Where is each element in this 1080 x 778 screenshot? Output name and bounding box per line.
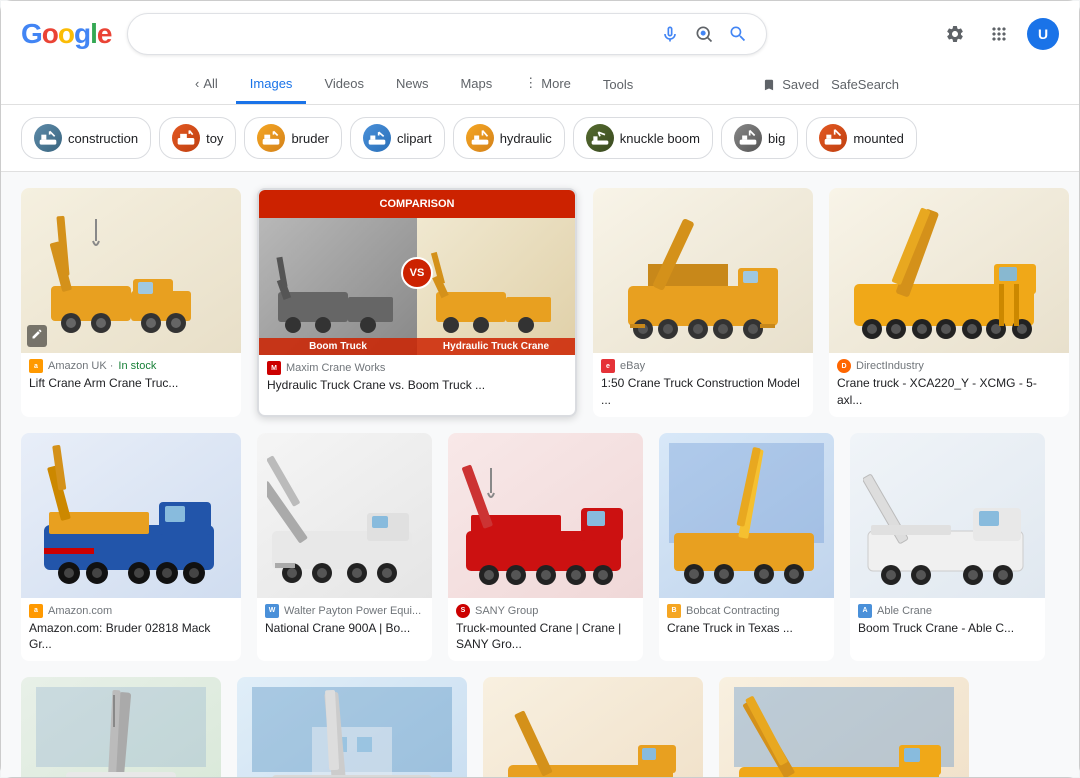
image-card-9[interactable]: A Able Crane Boom Truck Crane - Able C..…	[850, 433, 1045, 662]
header-icons: U	[939, 18, 1059, 50]
image-card-7[interactable]: S SANY Group Truck-mounted Crane | Crane…	[448, 433, 643, 662]
card-2-title: Hydraulic Truck Crane vs. Boom Truck ...	[267, 377, 567, 394]
image-row-3: 🐱 小王子的外贸笔记	[1, 661, 1079, 777]
image-card-13[interactable]: 🐱 小王子的外贸笔记	[719, 677, 969, 777]
apps-button[interactable]	[983, 18, 1015, 50]
card-9-title: Boom Truck Crane - Able C...	[858, 620, 1037, 637]
card-7-info: S SANY Group Truck-mounted Crane | Crane…	[448, 598, 643, 662]
card-1-title: Lift Crane Arm Crane Truc...	[29, 375, 233, 392]
card-8-info: B Bobcat Contracting Crane Truck in Texa…	[659, 598, 834, 645]
card-7-title: Truck-mounted Crane | Crane | SANY Gro..…	[456, 620, 635, 654]
chip-construction[interactable]: construction	[21, 117, 151, 159]
saved-link[interactable]: Saved	[762, 77, 820, 93]
filter-chips: construction toy bruder cl	[1, 105, 1079, 172]
card-5-title: Amazon.com: Bruder 02818 Mack Gr...	[29, 620, 233, 654]
image-card-6[interactable]: W Walter Payton Power Equi... National C…	[257, 433, 432, 662]
card-4-info: D DirectIndustry Crane truck - XCA220_Y …	[829, 353, 1069, 417]
card-3-info: e eBay 1:50 Crane Truck Construction Mod…	[593, 353, 813, 417]
tab-more[interactable]: ⋮ More	[510, 65, 585, 104]
image-card-5[interactable]: a Amazon.com Amazon.com: Bruder 02818 Ma…	[21, 433, 241, 662]
search-button[interactable]	[726, 22, 750, 46]
tab-news[interactable]: News	[382, 66, 443, 104]
tab-videos[interactable]: Videos	[310, 66, 378, 104]
search-input[interactable]: crane truck	[144, 25, 648, 43]
voice-search-button[interactable]	[658, 22, 682, 46]
card-2-info: M Maxim Crane Works Hydraulic Truck Cran…	[259, 355, 575, 402]
image-card-11[interactable]	[237, 677, 467, 777]
card-1-info: a Amazon UK · In stock Lift Crane Arm Cr…	[21, 353, 241, 400]
image-row-2: a Amazon.com Amazon.com: Bruder 02818 Ma…	[1, 417, 1079, 662]
image-card-10[interactable]	[21, 677, 221, 777]
tab-all[interactable]: ‹ All	[181, 66, 232, 104]
image-card-8[interactable]: B Bobcat Contracting Crane Truck in Texa…	[659, 433, 834, 662]
nav-right: Saved SafeSearch	[762, 77, 899, 93]
card-8-title: Crane Truck in Texas ...	[667, 620, 826, 637]
lens-search-button[interactable]	[692, 22, 716, 46]
image-card-12[interactable]	[483, 677, 703, 777]
image-card-4[interactable]: D DirectIndustry Crane truck - XCA220_Y …	[829, 188, 1069, 417]
tab-maps[interactable]: Maps	[446, 66, 506, 104]
image-card-1[interactable]: a Amazon UK · In stock Lift Crane Arm Cr…	[21, 188, 241, 417]
safe-search-link[interactable]: SafeSearch	[831, 77, 899, 92]
card-9-info: A Able Crane Boom Truck Crane - Able C..…	[850, 598, 1045, 645]
google-logo[interactable]: Google	[21, 18, 111, 50]
chip-bruder[interactable]: bruder	[244, 117, 342, 159]
card-3-title: 1:50 Crane Truck Construction Model ...	[601, 375, 805, 409]
card-6-title: National Crane 900A | Bo...	[265, 620, 424, 637]
chip-hydraulic[interactable]: hydraulic	[453, 117, 565, 159]
tools-button[interactable]: Tools	[589, 67, 647, 102]
search-bar: crane truck	[127, 13, 767, 55]
image-row-1: a Amazon UK · In stock Lift Crane Arm Cr…	[1, 172, 1079, 417]
chip-toy[interactable]: toy	[159, 117, 236, 159]
user-avatar[interactable]: U	[1027, 18, 1059, 50]
card-5-info: a Amazon.com Amazon.com: Bruder 02818 Ma…	[21, 598, 241, 662]
chip-mounted[interactable]: mounted	[806, 117, 917, 159]
card-4-title: Crane truck - XCA220_Y - XCMG - 5-axl...	[837, 375, 1061, 409]
chip-knuckle-boom[interactable]: knuckle boom	[573, 117, 713, 159]
card-6-info: W Walter Payton Power Equi... National C…	[257, 598, 432, 645]
image-card-3[interactable]: e eBay 1:50 Crane Truck Construction Mod…	[593, 188, 813, 417]
nav-tabs: ‹ All Images Videos News Maps ⋮ More Too…	[21, 65, 1059, 104]
chip-clipart[interactable]: clipart	[350, 117, 445, 159]
chip-big[interactable]: big	[721, 117, 798, 159]
tab-images[interactable]: Images	[236, 66, 307, 104]
main-content: construction toy bruder cl	[1, 105, 1079, 777]
image-card-2[interactable]: COMPARISON VS	[257, 188, 577, 417]
settings-button[interactable]	[939, 18, 971, 50]
